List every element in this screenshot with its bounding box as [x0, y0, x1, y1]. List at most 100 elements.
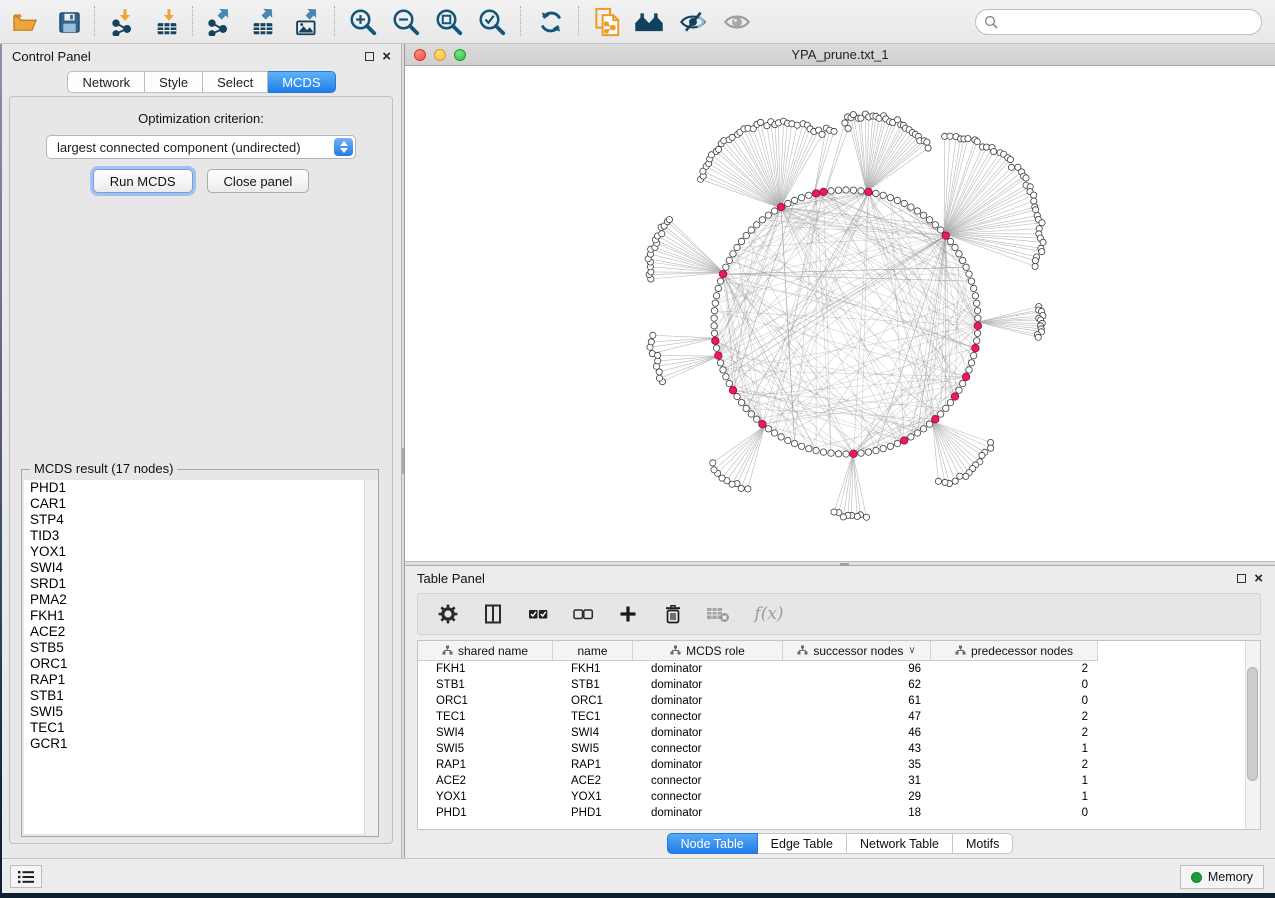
- table-row[interactable]: SWI5SWI5connector431: [418, 741, 1098, 757]
- close-panel-icon[interactable]: ×: [382, 52, 391, 61]
- column-header-successor-nodes[interactable]: successor nodes∨: [783, 641, 931, 660]
- mcds-result-item[interactable]: PHD1: [24, 480, 376, 496]
- network-node: [771, 430, 777, 436]
- mcds-result-item[interactable]: TID3: [24, 528, 376, 544]
- mcds-result-item[interactable]: SWI5: [24, 704, 376, 720]
- tab-network[interactable]: Network: [67, 71, 145, 93]
- mcds-result-item[interactable]: STB1: [24, 688, 376, 704]
- table-scrollbar[interactable]: [1245, 641, 1260, 829]
- column-header-name[interactable]: name: [553, 641, 633, 660]
- deselect-all-button[interactable]: [569, 600, 597, 628]
- toolbar-separator: [578, 6, 579, 36]
- mcds-result-item[interactable]: ACE2: [24, 624, 376, 640]
- column-type-icon: [442, 645, 453, 656]
- network-graph[interactable]: [405, 66, 1275, 561]
- open-file-button[interactable]: [8, 5, 42, 39]
- mcds-result-item[interactable]: GCR1: [24, 736, 376, 752]
- table-cell: YOX1: [418, 789, 553, 805]
- zoom-in-button[interactable]: [346, 5, 380, 39]
- table-row[interactable]: RAP1RAP1dominator352: [418, 757, 1098, 773]
- table-row[interactable]: ORC1ORC1dominator610: [418, 693, 1098, 709]
- mcds-list-scrollbar[interactable]: [364, 480, 378, 836]
- tab-edge-table[interactable]: Edge Table: [758, 833, 847, 854]
- delete-rows-button[interactable]: [659, 600, 687, 628]
- mcds-result-item[interactable]: STB5: [24, 640, 376, 656]
- table-row[interactable]: FKH1FKH1dominator962: [418, 661, 1098, 677]
- column-header-shared-name[interactable]: shared name: [418, 641, 553, 660]
- tab-motifs[interactable]: Motifs: [953, 833, 1013, 854]
- mcds-result-item[interactable]: CAR1: [24, 496, 376, 512]
- mcds-result-item[interactable]: FKH1: [24, 608, 376, 624]
- float-panel-icon[interactable]: [1237, 574, 1246, 583]
- show-all-button[interactable]: [720, 5, 754, 39]
- network-node: [1007, 157, 1013, 163]
- network-node: [1039, 220, 1045, 226]
- table-row[interactable]: YOX1YOX1connector291: [418, 789, 1098, 805]
- import-network-button[interactable]: [106, 5, 140, 39]
- table-row[interactable]: ACE2ACE2connector311: [418, 773, 1098, 789]
- mcds-result-item[interactable]: PMA2: [24, 592, 376, 608]
- apply-layout-button[interactable]: [534, 5, 568, 39]
- table-cell: 46: [783, 725, 931, 741]
- save-session-button[interactable]: [52, 5, 86, 39]
- network-node: [887, 443, 893, 449]
- close-panel-icon[interactable]: ×: [1254, 574, 1263, 583]
- mcds-result-item[interactable]: RAP1: [24, 672, 376, 688]
- mcds-result-item[interactable]: SRD1: [24, 576, 376, 592]
- add-row-button[interactable]: [614, 600, 642, 628]
- delete-table-button[interactable]: [704, 600, 732, 628]
- table-row[interactable]: TEC1TEC1connector472: [418, 709, 1098, 725]
- houses-button[interactable]: [632, 5, 666, 39]
- mcds-result-item[interactable]: TEC1: [24, 720, 376, 736]
- table-row[interactable]: SWI4SWI4dominator462: [418, 725, 1098, 741]
- network-view-canvas[interactable]: [405, 66, 1275, 561]
- table-header[interactable]: shared name nameMCDS rolesuccessor nodes∨…: [418, 641, 1098, 661]
- zoom-fit-button[interactable]: [432, 5, 466, 39]
- trash-icon: [661, 602, 685, 626]
- mcds-result-item[interactable]: ORC1: [24, 656, 376, 672]
- network-node: [938, 227, 944, 233]
- memory-button[interactable]: Memory: [1180, 865, 1264, 889]
- mcds-result-item[interactable]: YOX1: [24, 544, 376, 560]
- import-table-button[interactable]: [150, 5, 184, 39]
- select-all-button[interactable]: [524, 600, 552, 628]
- column-label: shared name: [458, 644, 528, 658]
- toolbar-separator: [94, 6, 95, 36]
- table-cell: 31: [783, 773, 931, 789]
- search-field[interactable]: [975, 9, 1262, 35]
- network-node: [843, 187, 849, 193]
- mcds-result-item[interactable]: STP4: [24, 512, 376, 528]
- function-builder-button[interactable]: f(x): [749, 600, 789, 628]
- tab-network-table[interactable]: Network Table: [847, 833, 953, 854]
- table-settings-button[interactable]: [434, 600, 462, 628]
- zoom-selected-button[interactable]: [475, 5, 509, 39]
- network-file-button[interactable]: [590, 5, 624, 39]
- criterion-select[interactable]: largest connected component (undirected): [46, 135, 356, 159]
- scrollbar-thumb[interactable]: [1247, 667, 1258, 781]
- run-mcds-button[interactable]: Run MCDS: [93, 169, 193, 193]
- table-row[interactable]: PHD1PHD1dominator180: [418, 805, 1098, 821]
- node-table[interactable]: shared name nameMCDS rolesuccessor nodes∨…: [417, 640, 1261, 830]
- zoom-out-button[interactable]: [389, 5, 423, 39]
- column-header-predecessor-nodes[interactable]: predecessor nodes: [931, 641, 1098, 660]
- column-header-MCDS-role[interactable]: MCDS role: [633, 641, 783, 660]
- export-table-button[interactable]: [246, 5, 280, 39]
- network-node: [720, 367, 726, 373]
- tab-select[interactable]: Select: [203, 71, 268, 93]
- close-panel-button[interactable]: Close panel: [207, 169, 310, 193]
- tab-node-table[interactable]: Node Table: [667, 833, 758, 854]
- export-network-button[interactable]: [202, 5, 236, 39]
- table-row[interactable]: STB1STB1dominator620: [418, 677, 1098, 693]
- mcds-result-list[interactable]: PHD1CAR1STP4TID3YOX1SWI4SRD1PMA2FKH1ACE2…: [24, 480, 376, 834]
- node-layer[interactable]: [645, 111, 1046, 520]
- tab-mcds[interactable]: MCDS: [268, 71, 335, 93]
- export-image-button[interactable]: [290, 5, 324, 39]
- tab-style[interactable]: Style: [145, 71, 203, 93]
- mcds-result-item[interactable]: SWI4: [24, 560, 376, 576]
- float-panel-icon[interactable]: [365, 52, 374, 61]
- search-input[interactable]: [998, 15, 1261, 30]
- show-columns-button[interactable]: [479, 600, 507, 628]
- task-history-button[interactable]: [10, 865, 42, 888]
- hide-selected-button[interactable]: [676, 5, 710, 39]
- network-node: [943, 405, 949, 411]
